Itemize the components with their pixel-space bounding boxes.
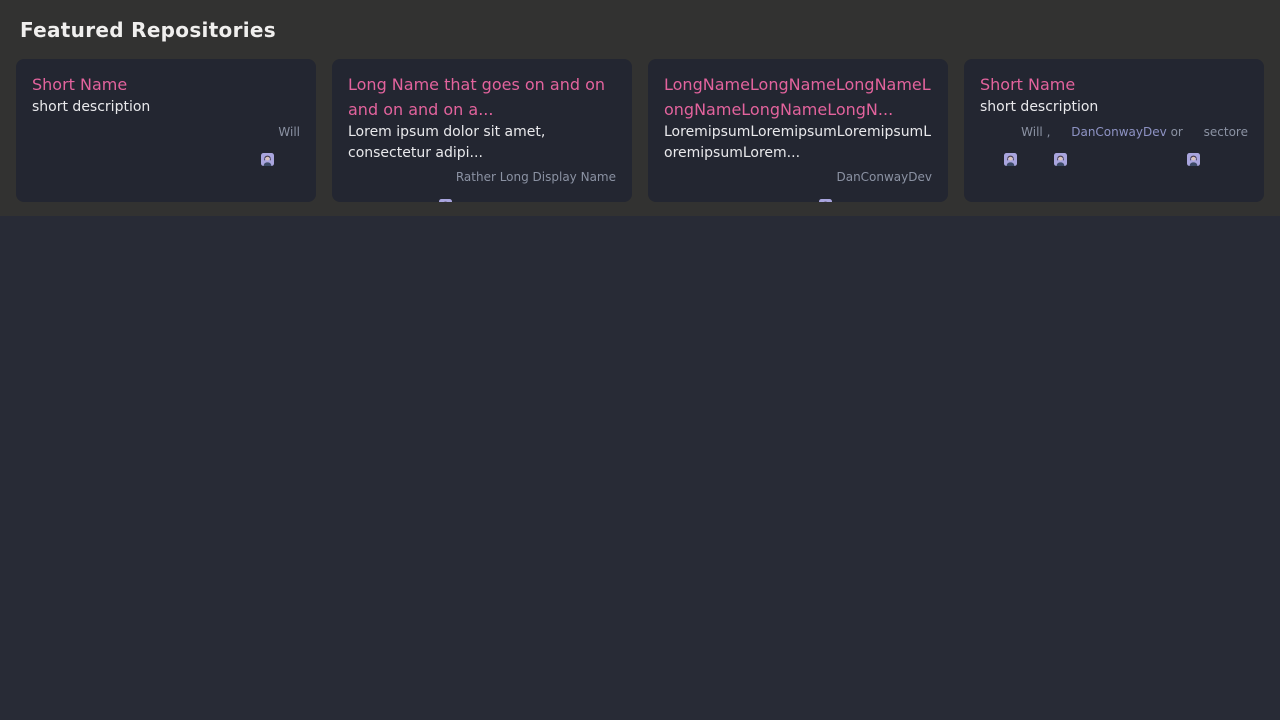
avatar-icon [819, 171, 832, 184]
maintainers-row: Rather Long Display Name [348, 170, 616, 184]
page-title: Featured Repositories [20, 18, 1264, 42]
repo-card[interactable]: Short Name short description Will , DanC… [964, 59, 1264, 202]
avatar-icon [1004, 125, 1017, 138]
maintainer-link[interactable]: DanConwayDev [1054, 125, 1167, 139]
maintainer-link[interactable]: Will [261, 125, 300, 139]
repo-description: Lorem ipsum dolor sit amet, consectetur … [348, 122, 616, 163]
maintainer-name: Will [1021, 125, 1043, 139]
maintainer-name: Will [278, 125, 300, 139]
repo-description: short description [980, 97, 1248, 118]
maintainers-row: DanConwayDev [664, 170, 932, 184]
maintainer-link[interactable]: Will [1004, 125, 1043, 139]
maintainer-separator: or [1167, 125, 1187, 139]
repo-description: LoremipsumLoremipsumLoremipsumLoremipsum… [664, 122, 932, 163]
repo-name[interactable]: Long Name that goes on and on and on and… [348, 72, 616, 122]
repo-description: short description [32, 97, 300, 118]
maintainer-name: sectore [1204, 125, 1248, 139]
repo-card[interactable]: LongNameLongNameLongNameLongNameLongName… [648, 59, 948, 202]
avatar-icon [1054, 125, 1067, 138]
repo-cards-row: Short Name short description Will Long N… [16, 59, 1264, 202]
repo-name[interactable]: Short Name [32, 72, 300, 97]
avatar-icon [439, 171, 452, 184]
avatar-icon [261, 125, 274, 138]
maintainer-link[interactable]: Rather Long Display Name [439, 170, 616, 184]
repo-name[interactable]: LongNameLongNameLongNameLongNameLongName… [664, 72, 932, 122]
maintainers-row: Will [32, 125, 300, 139]
maintainer-name: DanConwayDev [1071, 125, 1167, 139]
maintainer-name: DanConwayDev [836, 170, 932, 184]
maintainer-link[interactable]: DanConwayDev [819, 170, 932, 184]
avatar-icon [1187, 125, 1200, 138]
maintainer-link[interactable]: sectore [1187, 125, 1248, 139]
repo-name[interactable]: Short Name [980, 72, 1248, 97]
maintainer-separator: , [1043, 125, 1054, 139]
maintainers-row: Will , DanConwayDev or sectore [980, 125, 1248, 139]
maintainer-name: Rather Long Display Name [456, 170, 616, 184]
repo-card[interactable]: Short Name short description Will [16, 59, 316, 202]
featured-repositories-section: Featured Repositories Short Name short d… [0, 0, 1280, 216]
repo-card[interactable]: Long Name that goes on and on and on and… [332, 59, 632, 202]
